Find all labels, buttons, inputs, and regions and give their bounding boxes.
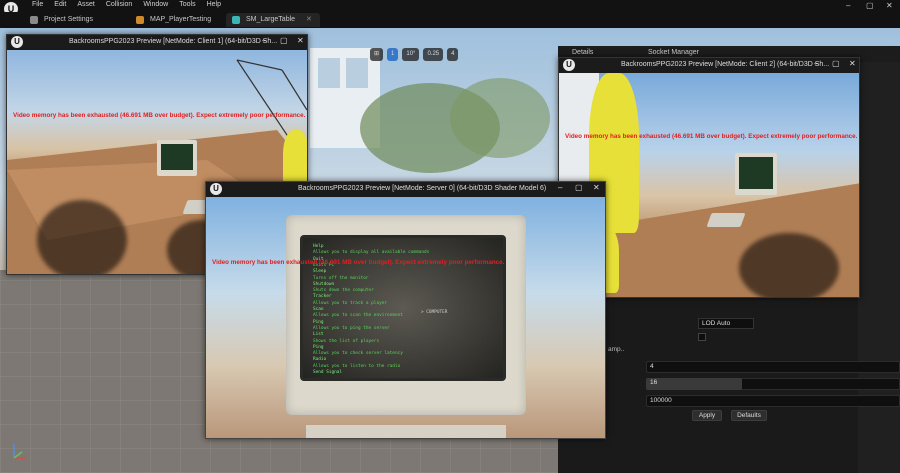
player-shadow [739,233,839,297]
property-slider-value: 16 [650,379,658,386]
menu-collision[interactable]: Collision [106,1,132,8]
pie-title: BackroomsPPG2023 Preview [NetMode: Clien… [69,38,278,45]
property-row: 100000 [606,394,900,408]
terminal-line: Allows you to display all available comm… [313,250,430,256]
static-mesh-icon [232,16,240,24]
property-slider-fill [646,378,742,390]
grid-size-button[interactable]: 1 [387,48,399,61]
property-value-field[interactable]: 100000 [646,395,900,407]
terminal-line: Allows you to scan the environment [313,313,403,319]
tab-sm-largetable[interactable]: SM_LargeTable ✕ [226,13,320,27]
pie-title-bar[interactable]: U BackroomsPPG2023 Preview [NetMode: Cli… [559,58,859,73]
minimize-button[interactable]: – [558,183,562,192]
menu-items: File Edit Asset Collision Window Tools H… [32,1,221,8]
close-button[interactable]: ✕ [593,183,600,192]
tab-label: Project Settings [44,16,94,23]
lod-checkbox[interactable] [698,333,706,341]
minimize-button[interactable]: – [262,36,266,45]
terminal-line: Shows the list of players [313,338,380,344]
player-shadow [37,200,127,274]
unreal-logo-icon: U [11,36,23,48]
menu-help[interactable]: Help [207,1,221,8]
keyboard [706,213,746,227]
terminal-line: Allows you to track a player [313,300,388,306]
pie-game-view[interactable]: Help Allows you to display all available… [206,197,605,438]
tab-label: MAP_PlayerTesting [150,16,212,23]
section-label: amp.. [608,346,625,353]
pie-title-bar[interactable]: U BackroomsPPG2023 Preview [NetMode: Cli… [7,35,307,50]
memory-warning: Video memory has been exhausted (46.691 … [565,133,858,140]
menu-asset[interactable]: Asset [77,1,95,8]
pie-window-server[interactable]: U BackroomsPPG2023 Preview [NetMode: Ser… [205,181,606,439]
terminal-line: Allows you to listen to the radio [313,363,401,369]
map-icon [136,16,144,24]
close-button[interactable]: ✕ [886,1,893,10]
memory-warning: Video memory has been exhausted (46.691 … [13,112,306,119]
close-button[interactable]: ✕ [297,36,304,45]
rotation-snap-button[interactable]: 10° [402,48,420,61]
defaults-button[interactable]: Defaults [731,410,767,421]
menu-file[interactable]: File [32,1,43,8]
viewport-toolbar: ⊞ 1 10° 0.25 4 [370,48,459,61]
camera-speed-button[interactable]: 4 [447,48,459,61]
details-side-strip [858,62,900,473]
grid-snap-icon[interactable]: ⊞ [370,48,384,61]
tab-details[interactable]: Details [572,49,593,56]
maximize-button[interactable]: ▢ [575,183,583,192]
property-row: 4 [606,360,900,374]
minimize-button[interactable]: – [846,1,850,10]
terminal-line: Shutdown [313,281,335,287]
settings-icon [30,16,38,24]
terminal-line: Ping [313,319,324,325]
tab-label: SM_LargeTable [246,16,296,23]
tab-project-settings[interactable]: Project Settings [24,13,101,27]
terminal-screen[interactable]: Help Allows you to display all available… [300,235,506,381]
property-row: 16 [606,377,900,391]
menu-edit[interactable]: Edit [54,1,66,8]
retro-computer [735,153,777,195]
memory-warning: Video memory has been exhausted (46.691 … [212,259,505,266]
pie-title: BackroomsPPG2023 Preview [NetMode: Clien… [621,61,830,68]
menu-window[interactable]: Window [143,1,168,8]
terminal-line: Radio [313,357,327,363]
editor-tab-bar: Project Settings MAP_PlayerTesting SM_La… [0,12,900,28]
terminal-line: Help [313,244,324,249]
monitor-base [306,425,506,438]
scale-snap-button[interactable]: 0.25 [423,48,444,61]
axis-gizmo-icon [13,444,26,459]
terminal-line: List [313,332,324,338]
retro-computer [157,140,197,176]
terminal-line: Scan [313,307,324,312]
menu-tools[interactable]: Tools [179,1,195,8]
unreal-logo-icon: U [210,183,222,195]
property-value-field[interactable]: 4 [646,361,900,373]
terminal-line: Ping [313,344,324,350]
terminal-line: Tracker [313,294,332,300]
maximize-button[interactable]: ▢ [832,59,840,68]
tab-map-playertesting[interactable]: MAP_PlayerTesting [130,13,219,27]
pie-title: BackroomsPPG2023 Preview [NetMode: Serve… [298,185,547,192]
terminal-line: Turns off the monitor [313,275,369,281]
maximize-button[interactable]: ▢ [866,1,874,10]
terminal-line: Sleep [313,269,327,275]
minimize-button[interactable]: – [814,59,818,68]
pie-title-bar[interactable]: U BackroomsPPG2023 Preview [NetMode: Ser… [206,182,605,197]
terminal-line: Shuts down the computer [313,288,374,294]
close-button[interactable]: ✕ [849,59,856,68]
terminal-line: Allows you to ping the server [313,325,390,331]
apply-button[interactable]: Apply [692,410,722,421]
crt-monitor: Help Allows you to display all available… [286,215,526,415]
tab-socket-manager[interactable]: Socket Manager [648,49,699,56]
terminal-prompt: > COMPUTER [421,310,448,315]
tab-close-icon[interactable]: ✕ [306,16,312,23]
terminal-line: Allows you to check server latency [313,351,403,357]
lod-dropdown[interactable]: LOD Auto [698,318,754,329]
unreal-logo-icon: U [563,59,575,71]
menu-bar: U File Edit Asset Collision Window Tools… [0,0,900,16]
terminal-line: Send Signal [313,370,343,375]
maximize-button[interactable]: ▢ [280,36,288,45]
